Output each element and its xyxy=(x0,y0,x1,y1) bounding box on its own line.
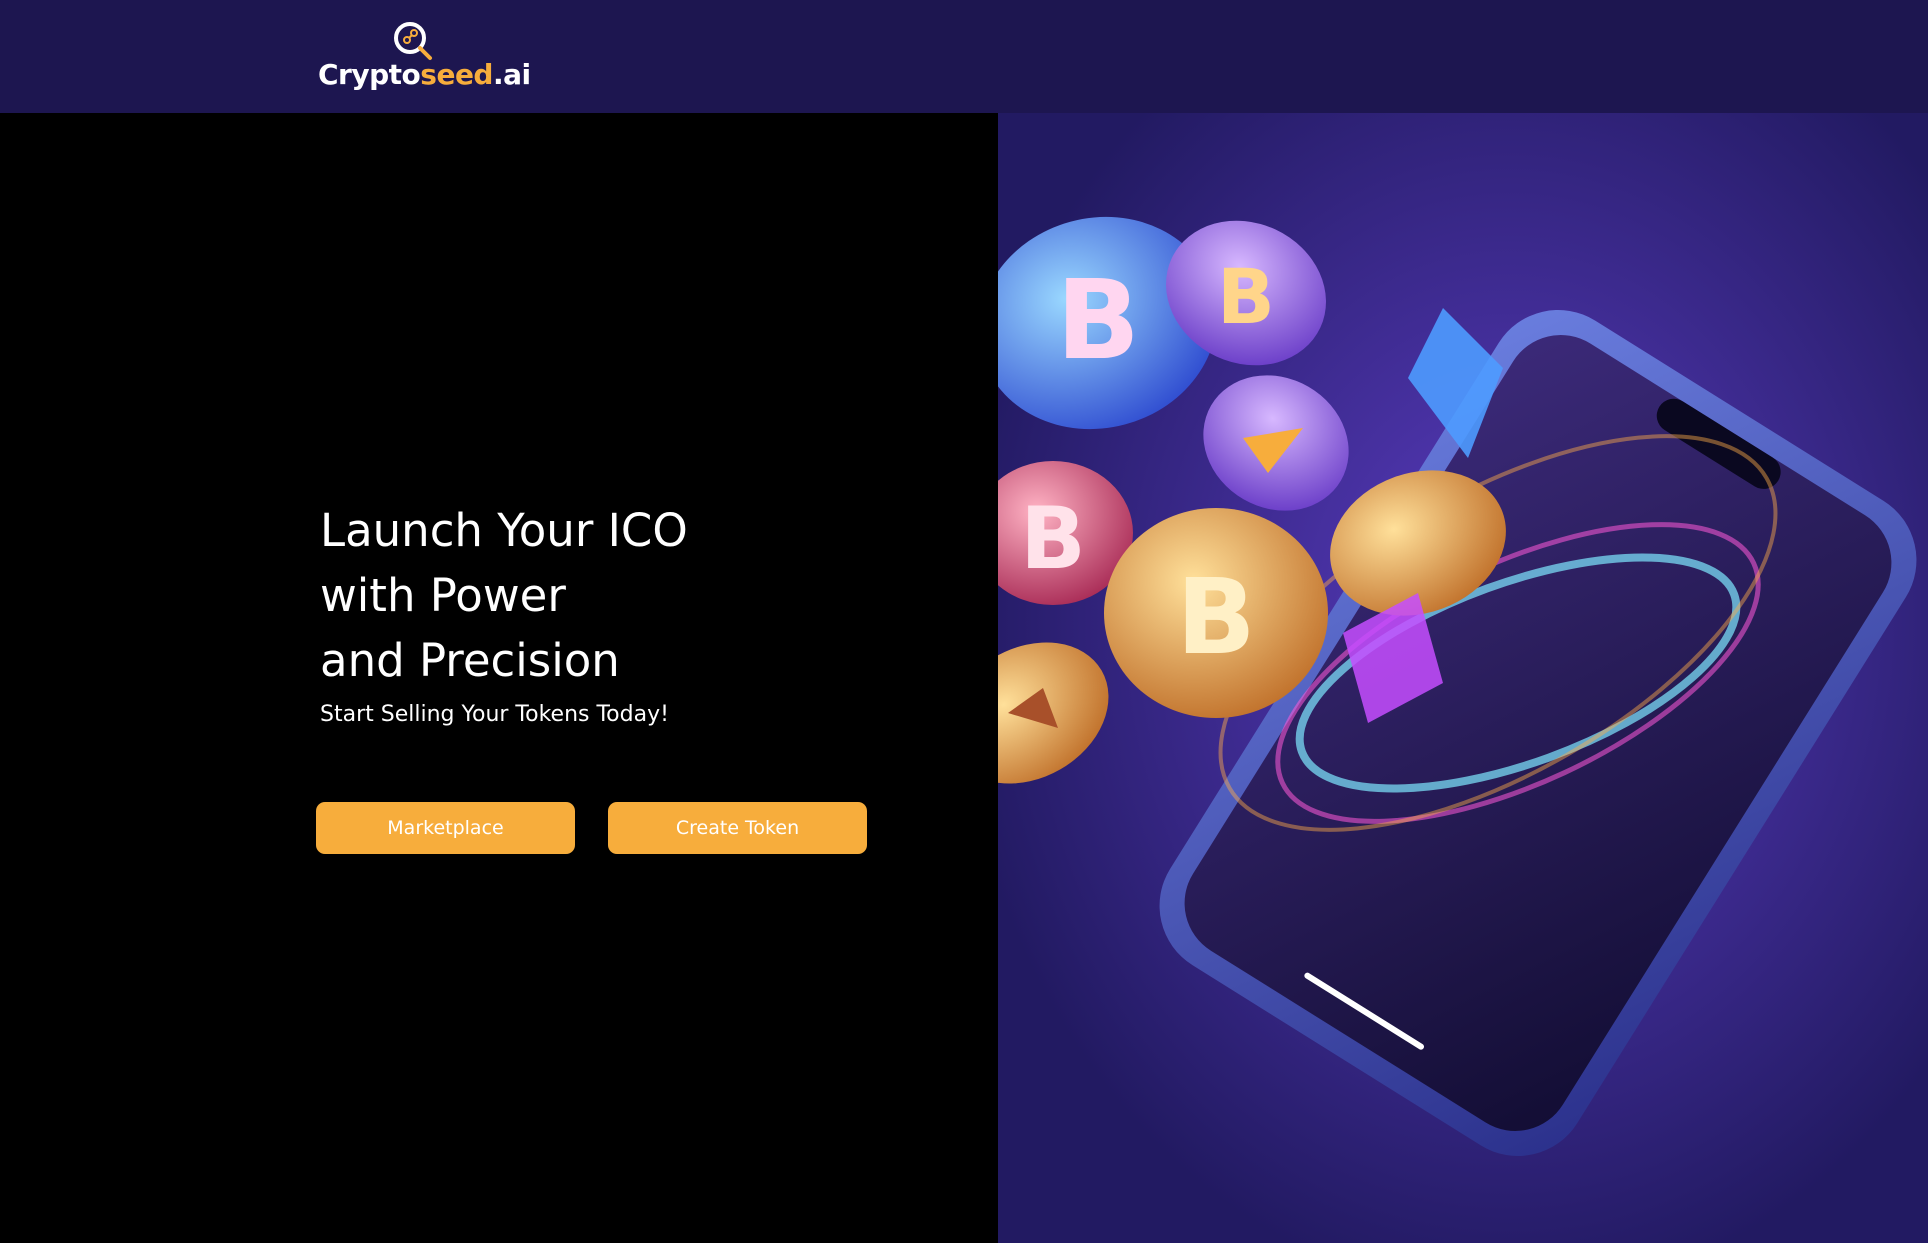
create-token-button[interactable]: Create Token xyxy=(608,802,867,854)
marketplace-button[interactable]: Marketplace xyxy=(316,802,575,854)
hero-image-panel: B B B B xyxy=(998,113,1928,1243)
brand-name-accent: seed xyxy=(420,58,493,91)
top-navbar: Cryptoseed.ai xyxy=(0,0,1928,113)
brand-logo[interactable]: Cryptoseed.ai xyxy=(318,18,531,96)
brand-name-suffix: .ai xyxy=(492,58,531,91)
brand-wordmark: Cryptoseed.ai xyxy=(318,58,531,91)
brand-name-main: Crypto xyxy=(318,58,421,91)
hero-headline: Launch Your ICO with Power and Precision xyxy=(320,498,880,693)
hero-subheadline: Start Selling Your Tokens Today! xyxy=(320,702,669,727)
svg-text:B: B xyxy=(1020,489,1086,589)
headline-line-1: Launch Your ICO xyxy=(320,504,688,557)
svg-text:B: B xyxy=(1056,256,1140,384)
svg-text:B: B xyxy=(1176,556,1255,678)
smartphone-with-floating-crypto-coins-image: B B B B xyxy=(998,113,1928,1243)
headline-line-2: with Power xyxy=(320,569,566,622)
headline-line-3: and Precision xyxy=(320,634,620,687)
svg-text:B: B xyxy=(1217,252,1275,341)
